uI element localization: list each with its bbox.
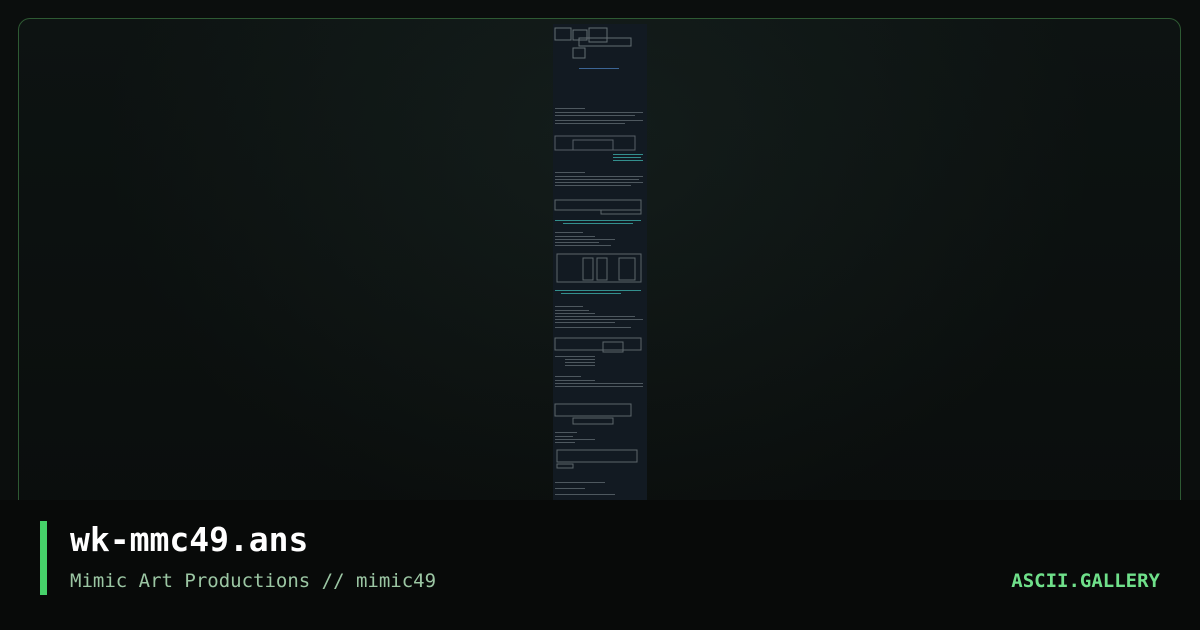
artwork-credit: Mimic Art Productions // mimic49 xyxy=(70,570,437,592)
ansi-art-preview[interactable] xyxy=(553,24,647,500)
artwork-title: wk-mmc49.ans xyxy=(70,520,309,559)
accent-bar xyxy=(40,521,47,595)
site-brand[interactable]: ASCII.GALLERY xyxy=(1011,567,1160,595)
ansi-art-thumbnail xyxy=(553,24,647,500)
